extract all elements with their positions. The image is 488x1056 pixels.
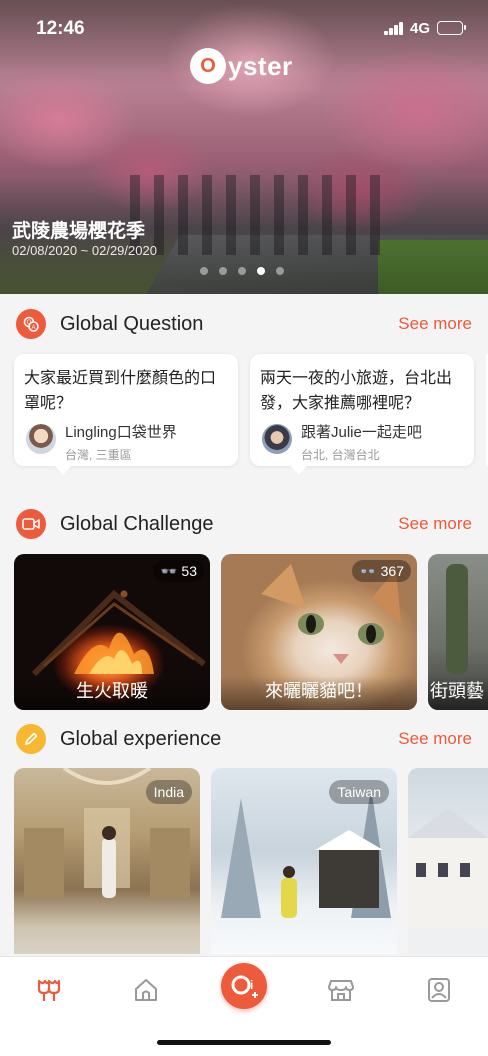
pager-dot[interactable]	[219, 267, 227, 275]
experience-card[interactable]	[408, 768, 488, 954]
question-location: 台北, 台灣台北	[301, 448, 380, 462]
app-logo: O yster	[190, 44, 293, 88]
question-user-name[interactable]: 跟著Julie一起走吧	[301, 421, 422, 442]
challenge-see-more-link[interactable]: See more	[398, 514, 472, 534]
white-building-image	[408, 808, 488, 954]
question-user-name[interactable]: Lingling口袋世界	[65, 421, 177, 442]
pager-dot-active[interactable]	[257, 267, 265, 275]
svg-text:A: A	[31, 325, 35, 331]
pager-dot[interactable]	[238, 267, 246, 275]
country-tag: India	[145, 780, 192, 804]
question-section-header: AQ Global Question See more	[16, 307, 472, 341]
question-card[interactable]: 兩天一夜的小旅遊，台北出發，大家推薦哪裡呢？ 跟著Julie一起走吧 台北, 台…	[250, 354, 474, 475]
question-text: 兩天一夜的小旅遊，台北出發，大家推薦哪裡呢？	[260, 370, 453, 412]
qa-bubbles-icon: AQ	[16, 309, 46, 339]
home-indicator	[157, 1040, 331, 1045]
question-section-title: Global Question	[60, 312, 204, 335]
post-icon: i	[231, 975, 258, 998]
svg-text:i: i	[250, 978, 253, 992]
profile-icon[interactable]	[424, 975, 454, 1005]
challenge-caption: 街頭藝	[428, 676, 488, 710]
challenge-section-title: Global Challenge	[60, 512, 214, 535]
hero-banner[interactable]: 12:46 4G O yster 武陵農場櫻花季 02/08/2020 ~ 02…	[0, 0, 488, 294]
experience-see-more-link[interactable]: See more	[398, 729, 472, 749]
challenge-section-header: Global Challenge See more	[16, 507, 472, 541]
question-location: 台灣, 三重區	[65, 448, 132, 462]
tulips-icon[interactable]	[34, 975, 64, 1005]
network-label: 4G	[410, 20, 431, 37]
challenge-card[interactable]: 👓 367 來曬曬貓吧！	[221, 554, 417, 710]
avatar	[26, 424, 56, 454]
country-tag: Taiwan	[329, 780, 389, 804]
question-see-more-link[interactable]: See more	[398, 314, 472, 334]
store-icon[interactable]	[326, 975, 356, 1005]
logo-mark: O	[190, 48, 226, 84]
question-text: 大家最近買到什麼顏色的口罩呢？	[24, 370, 217, 412]
hero-title: 武陵農場櫻花季	[12, 221, 146, 242]
video-camera-icon	[16, 509, 46, 539]
view-count-badge: 👓 53	[152, 560, 204, 582]
experience-card[interactable]: Taiwan	[211, 768, 397, 954]
experience-section-header: Global experience See more	[16, 722, 472, 756]
challenge-card[interactable]: 👓 53 生火取暖	[14, 554, 210, 710]
pencil-icon	[16, 724, 46, 754]
experience-section-title: Global experience	[60, 727, 222, 750]
challenge-caption: 來曬曬貓吧！	[221, 676, 417, 710]
hero-pager[interactable]	[200, 267, 284, 275]
signal-icon	[384, 22, 404, 35]
battery-icon	[437, 21, 466, 35]
home-icon[interactable]	[131, 975, 161, 1005]
question-card[interactable]: 大家最近買到什麼顏色的口罩呢？ Lingling口袋世界 台灣, 三重區	[14, 354, 238, 475]
logo-text: yster	[228, 50, 293, 81]
pager-dot[interactable]	[276, 267, 284, 275]
svg-text:Q: Q	[27, 320, 32, 326]
hero-date: 02/08/2020 ~ 02/29/2020	[12, 243, 157, 258]
avatar	[262, 424, 292, 454]
challenge-caption: 生火取暖	[14, 676, 210, 710]
view-count-badge: 👓 367	[352, 560, 411, 582]
pager-dot[interactable]	[200, 267, 208, 275]
challenge-card[interactable]: 街頭藝	[428, 554, 488, 710]
experience-card[interactable]: India	[14, 768, 200, 954]
post-button[interactable]: i	[221, 963, 267, 1009]
glasses-icon: 👓	[359, 562, 377, 579]
glasses-icon: 👓	[159, 562, 178, 579]
street-performer-figure	[446, 564, 468, 674]
status-time: 12:46	[36, 18, 85, 39]
